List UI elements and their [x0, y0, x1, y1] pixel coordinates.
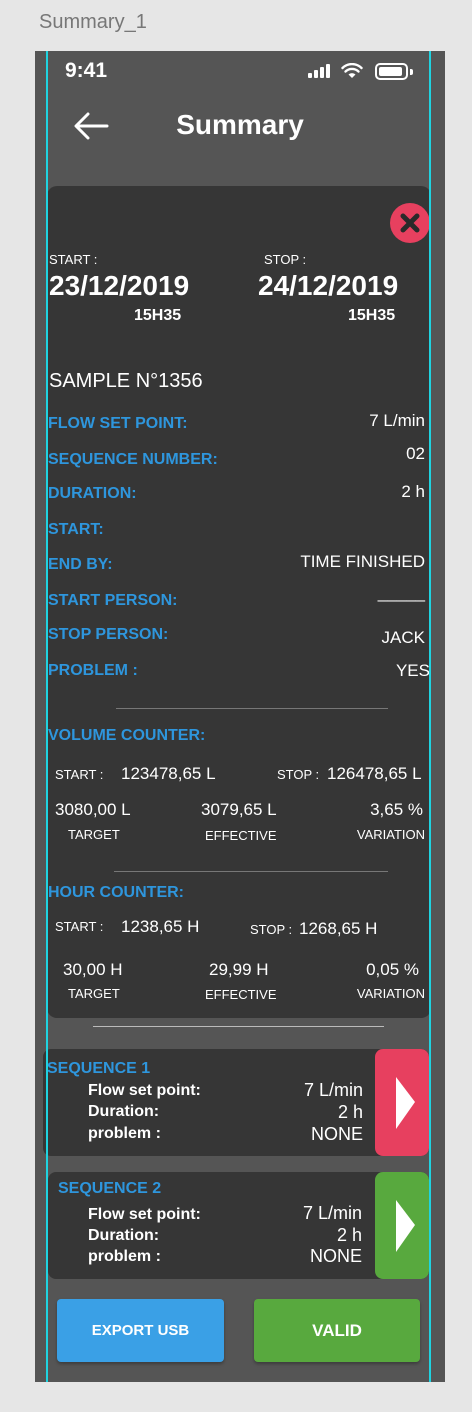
problem-value: NONE [310, 1124, 363, 1144]
problem-value: NONE [309, 1246, 362, 1266]
divider [116, 708, 388, 709]
flow-set-point-label: Flow set point: [88, 1082, 201, 1099]
field-value-sequence-number: 02 [406, 444, 425, 463]
hour-counter-title: HOUR COUNTER: [48, 884, 184, 901]
hour-start-label: START : [55, 919, 104, 934]
hour-variation-value: 0,05 % [366, 960, 419, 979]
start-date: 23/12/2019 [49, 270, 190, 301]
volume-variation-label: VARIATION [356, 827, 425, 842]
chevron-right-icon [396, 1077, 415, 1129]
volume-counter-title: VOLUME COUNTER: [48, 727, 206, 744]
duration-label: Duration: [88, 1227, 160, 1244]
volume-stop-label: STOP : [277, 767, 320, 782]
battery-nub [410, 69, 413, 75]
duration-value: 2 h [336, 1225, 362, 1245]
volume-effective-value: 3079,65 L [201, 800, 277, 819]
header: Summary [35, 95, 445, 165]
field-value-end-by: TIME FINISHED [300, 552, 425, 571]
close-button[interactable] [390, 203, 430, 243]
sequence-card-2[interactable]: SEQUENCE 2 Flow set point: 7 L/min Durat… [48, 1172, 429, 1279]
field-value-problem: YES [395, 661, 430, 680]
wifi-icon [341, 63, 363, 78]
stop-date: 24/12/2019 [258, 270, 399, 301]
valid-label: VALID [312, 1320, 362, 1340]
valid-button[interactable]: VALID [254, 1299, 420, 1362]
layout-guide-left [46, 51, 48, 1382]
hour-target-value: 30,00 H [63, 960, 123, 979]
stop-hour: 15H35 [348, 307, 396, 324]
frame-label: Summary_1 [39, 11, 147, 33]
flow-set-point-value: 7 L/min [303, 1080, 363, 1100]
field-label-start-person: START PERSON: [48, 592, 178, 609]
field-value-duration: 2 h [401, 482, 425, 501]
volume-stop-value: 126478,65 L [327, 764, 422, 783]
field-label-duration: DURATION: [48, 485, 137, 502]
problem-label: problem : [88, 1125, 161, 1142]
field-value-flow-set-point: 7 L/min [369, 411, 425, 430]
chevron-right-icon [396, 1200, 415, 1252]
layout-guide-right [429, 51, 431, 1382]
field-label-sequence-number: SEQUENCE NUMBER: [48, 451, 218, 468]
field-label-flow-set-point: FLOW SET POINT: [48, 415, 188, 432]
flow-set-point-label: Flow set point: [88, 1206, 201, 1223]
divider [114, 871, 388, 872]
status-bar: 9:41 [35, 51, 445, 95]
volume-effective-label: EFFECTIVE [205, 828, 277, 843]
field-label-end-by: END BY: [48, 556, 113, 573]
problem-label: problem : [88, 1248, 161, 1265]
start-date-label: START : [49, 252, 98, 267]
divider [93, 1026, 384, 1027]
signal-icon [308, 64, 334, 78]
hour-stop-value: 1268,65 H [299, 919, 378, 938]
sequence-title: SEQUENCE 1 [47, 1060, 151, 1077]
export-usb-button[interactable]: EXPORT USB [57, 1299, 224, 1362]
sequence-title: SEQUENCE 2 [58, 1180, 162, 1197]
sequence-card-1[interactable]: SEQUENCE 1 Flow set point: 7 L/min Durat… [43, 1049, 429, 1156]
volume-target-value: 3080,00 L [55, 800, 131, 819]
start-hour: 15H35 [134, 307, 182, 324]
hour-stop-label: STOP : [250, 922, 293, 937]
sequence-open-button[interactable] [375, 1172, 429, 1279]
hour-target-label: TARGET [68, 986, 120, 1001]
hour-start-value: 1238,65 H [121, 917, 200, 936]
sample-title: SAMPLE N°1356 [49, 370, 203, 392]
field-value-stop-person: JACK [381, 628, 425, 647]
volume-start-value: 123478,65 L [121, 764, 216, 783]
duration-label: Duration: [88, 1103, 160, 1120]
flow-set-point-value: 7 L/min [302, 1203, 362, 1223]
page-title: Summary [176, 109, 304, 140]
hour-effective-value: 29,99 H [209, 960, 269, 979]
hour-variation-label: VARIATION [356, 986, 425, 1001]
stop-date-label: STOP : [264, 252, 307, 267]
field-label-problem: PROBLEM : [48, 662, 138, 679]
field-label-start: START: [48, 521, 104, 538]
battery-icon [375, 63, 408, 80]
volume-target-label: TARGET [68, 827, 120, 842]
volume-start-label: START : [55, 767, 104, 782]
hour-effective-label: EFFECTIVE [205, 987, 277, 1002]
status-time: 9:41 [65, 59, 108, 82]
phone-screen: 9:41 Summary START : 23/12/2019 15H35 ST… [35, 51, 445, 1382]
close-icon [400, 213, 420, 233]
export-usb-label: EXPORT USB [91, 1322, 190, 1339]
duration-value: 2 h [337, 1102, 363, 1122]
sequence-open-button[interactable] [375, 1049, 429, 1156]
field-label-stop-person: STOP PERSON: [48, 626, 169, 643]
field-value-start-person: _____ [377, 583, 425, 602]
volume-variation-value: 3,65 % [370, 800, 423, 819]
